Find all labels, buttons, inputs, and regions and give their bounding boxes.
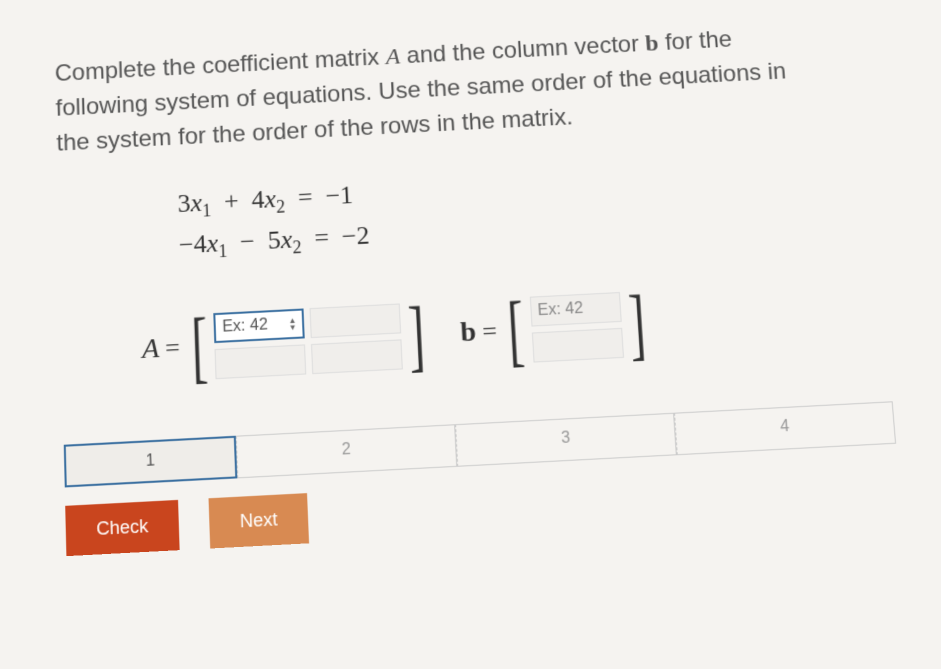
left-bracket-icon: [ [506, 290, 526, 371]
check-button[interactable]: Check [65, 500, 179, 556]
vector-b-cell-1[interactable]: Ex: 42 [530, 292, 622, 327]
progress-step-4[interactable]: 4 [674, 401, 896, 455]
matrix-A-label: A [142, 333, 160, 366]
cell-placeholder: Ex: 42 [222, 316, 268, 336]
number-stepper-icon[interactable]: ▲ ▼ [288, 317, 297, 331]
next-button[interactable]: Next [209, 493, 310, 548]
vector-b-group: b = [ Ex: 42 ] [458, 284, 653, 374]
progress-step-3[interactable]: 3 [455, 413, 677, 467]
matrix-A-cell-2-1[interactable] [215, 344, 307, 379]
progress-step-1[interactable]: 1 [64, 436, 238, 488]
stepper-down-icon[interactable]: ▼ [289, 324, 297, 331]
question-prompt: Complete the coefficient matrix A and th… [54, 19, 809, 162]
prompt-part2: and the column vector [399, 31, 646, 69]
matrix-A-cell-1-2[interactable] [310, 303, 402, 338]
matrix-A-cell-1-1[interactable]: Ex: 42 ▲ ▼ [214, 308, 305, 343]
system-of-equations: 3x1 + 4x2 = −1 −4x1 − 5x2 = −2 [177, 149, 879, 268]
vector-b-cell-2[interactable] [532, 328, 624, 363]
equals-sign: = [481, 316, 497, 347]
equals-sign: = [165, 333, 181, 364]
cell-placeholder: Ex: 42 [537, 300, 583, 320]
right-bracket-icon: ] [407, 295, 427, 376]
matrix-A-cell-2-2[interactable] [311, 339, 403, 374]
left-bracket-icon: [ [190, 307, 209, 388]
matrix-A-group: A = [ Ex: 42 ▲ ▼ ] [141, 295, 433, 390]
vector-b-label: b [460, 316, 477, 349]
right-bracket-icon: ] [627, 284, 648, 365]
progress-step-2[interactable]: 2 [236, 424, 457, 478]
